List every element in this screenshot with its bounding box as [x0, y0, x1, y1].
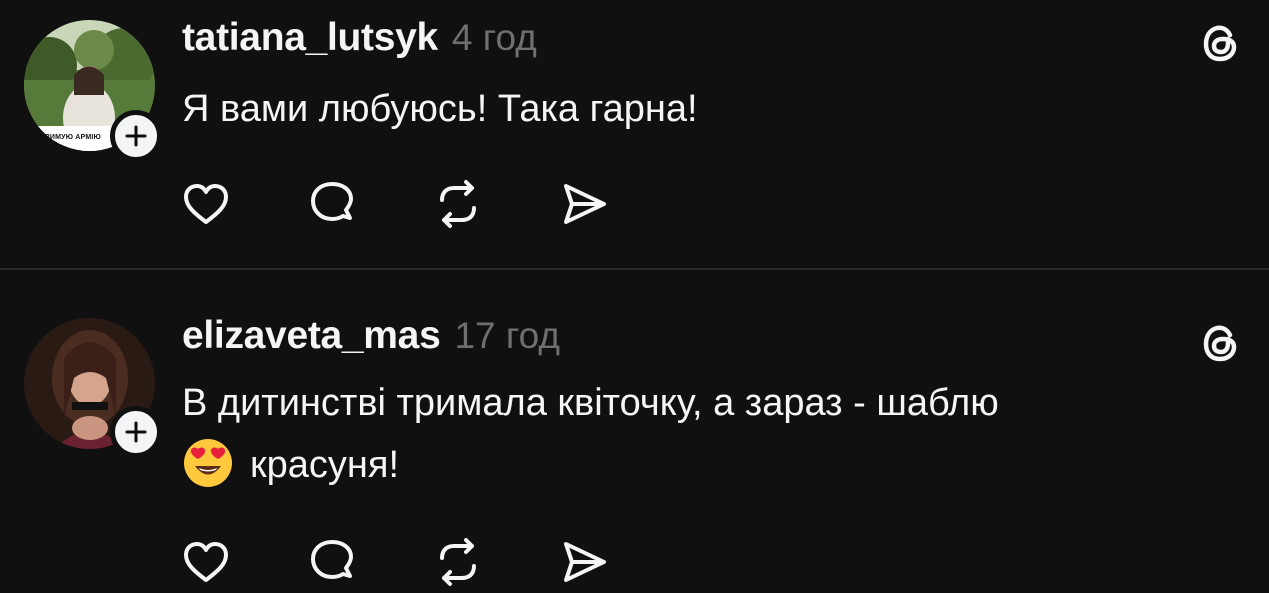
like-button[interactable] — [180, 178, 232, 230]
reply-button[interactable] — [306, 178, 358, 230]
share-button[interactable] — [558, 536, 610, 588]
post-time: 4 год — [451, 17, 537, 58]
post-text: Я вами любуюсь! Така гарна! — [182, 88, 698, 130]
repost-button[interactable] — [432, 178, 484, 230]
thread-post: elizaveta_mas 17 год В дитинстві тримала… — [0, 270, 1269, 593]
thread-post: ПІДТРИМУЮ АРМІЮ tatiana_lutsyk 4 год Я в… — [0, 0, 1269, 268]
avatar-caption: ПІДТРИМУЮ АРМІЮ — [28, 134, 101, 141]
post-text: В дитинстві тримала квіточку, а зараз - … — [182, 372, 1222, 496]
follow-button[interactable] — [110, 406, 162, 458]
post-text-line: В дитинстві тримала квіточку, а зараз - … — [182, 382, 999, 424]
send-icon — [564, 184, 606, 224]
heart-icon — [184, 542, 228, 582]
action-bar — [180, 178, 684, 230]
threads-logo-icon[interactable] — [1196, 318, 1246, 368]
threads-logo-icon[interactable] — [1196, 18, 1246, 68]
send-icon — [564, 542, 606, 582]
follow-button[interactable] — [110, 110, 162, 162]
comment-icon — [311, 540, 353, 579]
repost-icon — [440, 180, 476, 228]
post-time: 17 год — [454, 315, 560, 356]
heart-eyes-emoji-icon — [184, 439, 232, 487]
post-text-line: красуня! — [182, 434, 1222, 496]
reply-button[interactable] — [306, 536, 358, 588]
repost-button[interactable] — [432, 536, 484, 588]
heart-icon — [184, 184, 228, 224]
share-button[interactable] — [558, 178, 610, 230]
like-button[interactable] — [180, 536, 232, 588]
comment-icon — [311, 182, 353, 221]
username[interactable]: elizaveta_mas — [182, 314, 441, 358]
post-text-tail: красуня! — [250, 444, 400, 486]
post-header: tatiana_lutsyk 4 год — [182, 16, 537, 60]
post-header: elizaveta_mas 17 год — [182, 314, 560, 358]
action-bar — [180, 536, 684, 588]
plus-icon — [125, 125, 147, 147]
repost-icon — [440, 538, 476, 586]
username[interactable]: tatiana_lutsyk — [182, 16, 438, 60]
plus-icon — [125, 421, 147, 443]
